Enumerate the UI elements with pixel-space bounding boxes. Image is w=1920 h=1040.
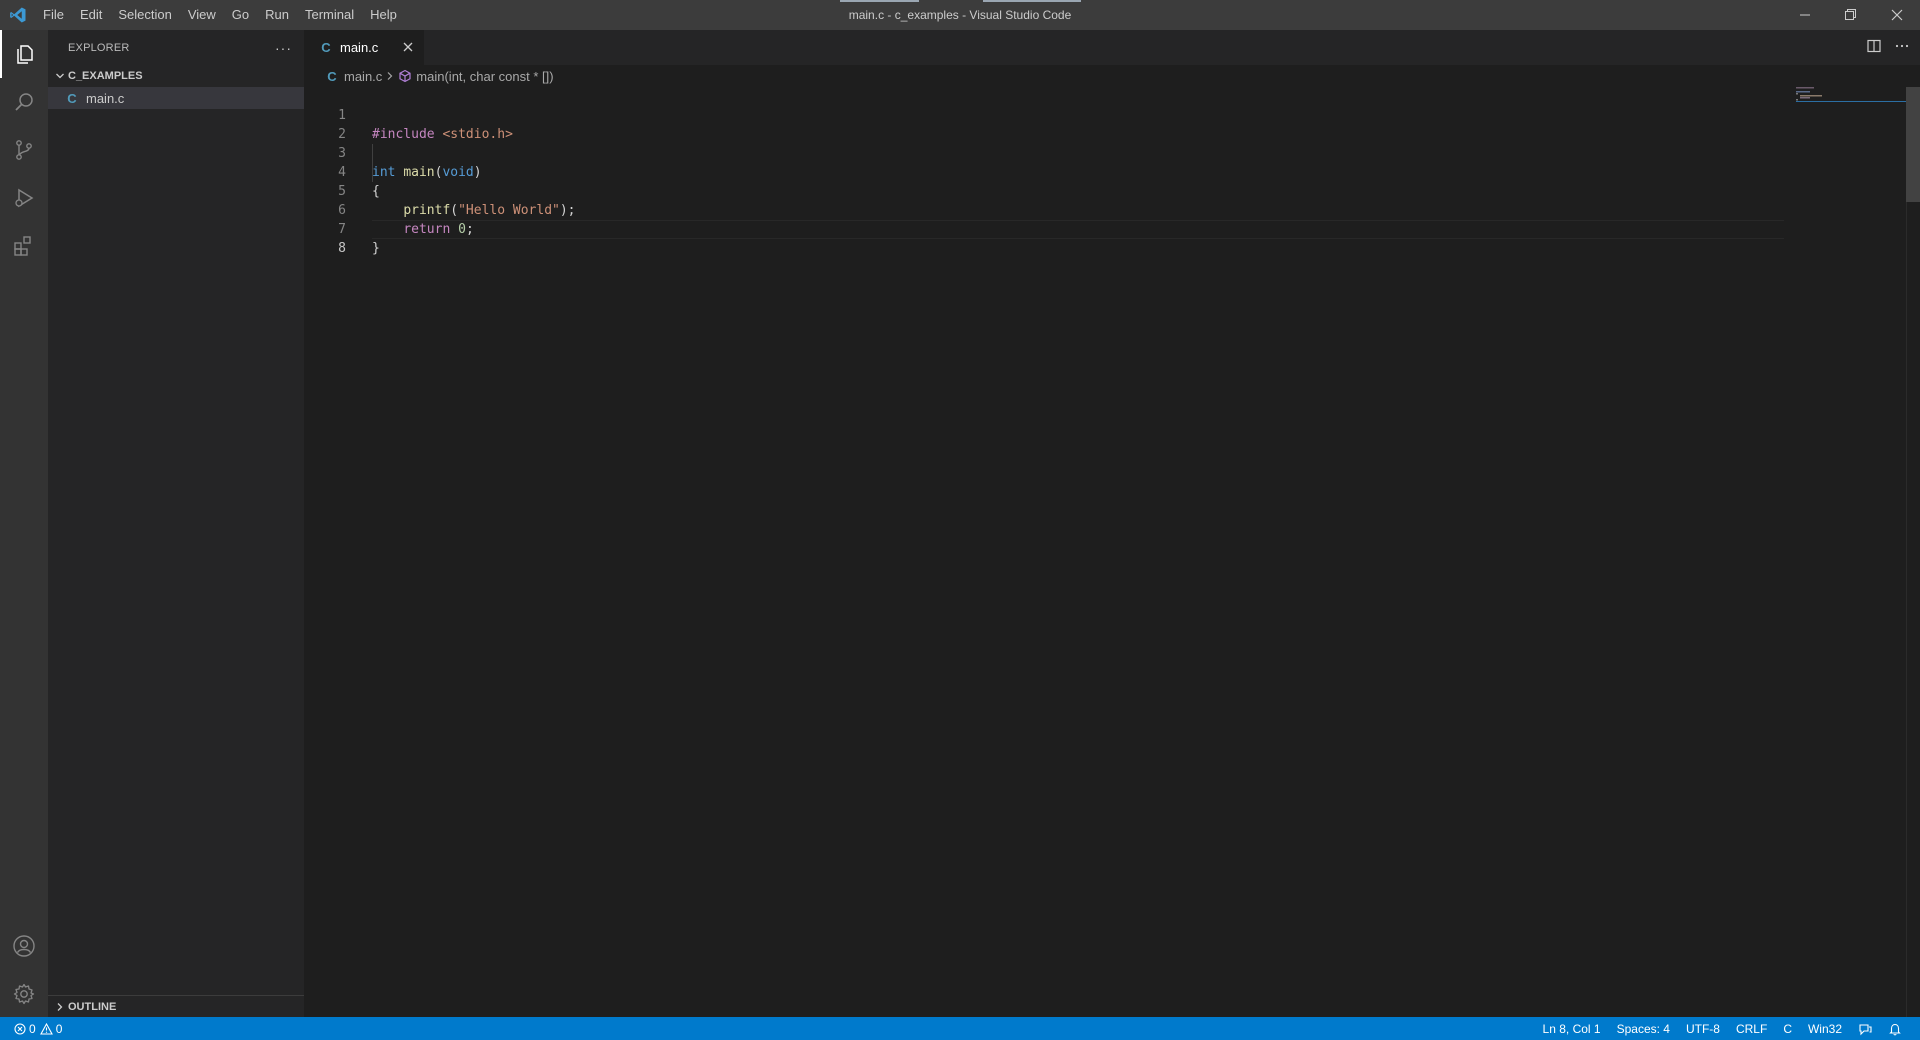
close-window-button[interactable]	[1874, 0, 1920, 30]
c-file-icon: C	[321, 40, 331, 55]
sidebar-header: EXPLORER ···	[48, 30, 304, 65]
tab-label: main.c	[340, 40, 379, 55]
sidebar-title: EXPLORER	[68, 41, 130, 54]
code-editor[interactable]: 1 #include <stdio.h> 2 3 int main(void) …	[304, 87, 1920, 1017]
status-right: Ln 8, Col 1 Spaces: 4 UTF-8 CRLF C Win32	[1535, 1017, 1920, 1040]
activity-bar	[0, 30, 48, 1017]
code-line: 6 return 0;	[304, 182, 1784, 237]
menu-run[interactable]: Run	[257, 0, 297, 30]
title-accent-bar	[983, 0, 1081, 2]
editor-actions	[1866, 30, 1910, 65]
menu-bar: File Edit Selection View Go Run Terminal…	[35, 0, 405, 30]
menu-terminal[interactable]: Terminal	[297, 0, 362, 30]
menu-view[interactable]: View	[180, 0, 224, 30]
code-line: 8	[304, 220, 1784, 256]
outline-label: OUTLINE	[68, 1000, 117, 1013]
end-of-line[interactable]: CRLF	[1728, 1017, 1775, 1040]
c-file-icon: C	[67, 90, 77, 106]
menu-help[interactable]: Help	[362, 0, 405, 30]
breadcrumb: C main.c main(int, char const * [])	[304, 65, 1920, 87]
source-control-icon[interactable]	[0, 126, 48, 174]
restore-button[interactable]	[1828, 0, 1874, 30]
menu-file[interactable]: File	[35, 0, 72, 30]
chevron-right-icon	[386, 71, 394, 81]
menu-selection[interactable]: Selection	[110, 0, 179, 30]
run-debug-icon[interactable]	[0, 174, 48, 222]
title-accent-bar	[840, 0, 919, 2]
line-number: 8	[338, 241, 346, 256]
chevron-right-icon	[52, 999, 68, 1015]
problems-indicator[interactable]: 0 0	[14, 1017, 66, 1040]
line-content: }	[372, 241, 380, 256]
warning-icon	[39, 1022, 53, 1035]
minimap-slider[interactable]	[1796, 87, 1906, 102]
folder-section-header[interactable]: C_EXAMPLES	[48, 65, 304, 87]
menu-edit[interactable]: Edit	[72, 0, 110, 30]
notifications-bell-icon[interactable]	[1880, 1017, 1910, 1040]
folder-name: C_EXAMPLES	[68, 70, 143, 82]
account-icon[interactable]	[0, 922, 48, 970]
close-tab-icon[interactable]	[400, 39, 416, 55]
code-line: 1 #include <stdio.h>	[304, 87, 1784, 142]
status-left: 0 0	[0, 1017, 66, 1040]
explorer-icon[interactable]	[0, 30, 48, 78]
cursor-position[interactable]: Ln 8, Col 1	[1535, 1017, 1609, 1040]
split-editor-icon[interactable]	[1866, 38, 1882, 57]
language-mode[interactable]: C	[1775, 1017, 1800, 1040]
feedback-icon[interactable]	[1850, 1017, 1880, 1040]
vertical-scrollbar[interactable]	[1906, 87, 1920, 1017]
search-icon[interactable]	[0, 78, 48, 126]
warning-count: 0	[55, 1021, 63, 1036]
scrollbar-thumb[interactable]	[1906, 87, 1920, 202]
error-count: 0	[29, 1021, 36, 1036]
minimize-button[interactable]	[1782, 0, 1828, 30]
settings-gear-icon[interactable]	[0, 970, 48, 1018]
title-bar: File Edit Selection View Go Run Terminal…	[0, 0, 1920, 30]
error-icon	[14, 1022, 26, 1035]
code-line: 4 {	[304, 144, 1784, 199]
menu-go[interactable]: Go	[224, 0, 257, 30]
symbol-method-icon	[398, 69, 412, 83]
indentation[interactable]: Spaces: 4	[1609, 1017, 1678, 1040]
code-line: 2	[304, 106, 1784, 142]
chevron-down-icon	[52, 68, 68, 84]
code-line: 5 printf("Hello World");	[304, 163, 1784, 218]
more-actions-icon[interactable]: ···	[275, 40, 292, 56]
explorer-sidebar: EXPLORER ··· C_EXAMPLES C main.c OUTLINE	[48, 30, 304, 1017]
platform-config[interactable]: Win32	[1800, 1017, 1850, 1040]
encoding[interactable]: UTF-8	[1678, 1017, 1728, 1040]
editor-tab-bar: C main.c	[304, 30, 1920, 65]
breadcrumb-symbol[interactable]: main(int, char const * [])	[416, 69, 553, 84]
more-actions-icon[interactable]	[1894, 38, 1910, 57]
file-item-main-c[interactable]: C main.c	[48, 87, 304, 109]
extensions-icon[interactable]	[0, 222, 48, 270]
tab-main-c[interactable]: C main.c	[304, 30, 424, 65]
file-name: main.c	[86, 90, 125, 106]
vscode-logo-icon	[0, 0, 35, 30]
breadcrumb-file[interactable]: main.c	[344, 69, 382, 84]
code-line: 7 }	[304, 201, 1784, 256]
code-line: 3 int main(void)	[304, 125, 1784, 180]
c-file-icon: C	[327, 68, 337, 84]
outline-section-header[interactable]: OUTLINE	[48, 995, 304, 1017]
window-controls	[1782, 0, 1920, 30]
status-bar: 0 0 Ln 8, Col 1 Spaces: 4 UTF-8 CRLF C W…	[0, 1017, 1920, 1040]
